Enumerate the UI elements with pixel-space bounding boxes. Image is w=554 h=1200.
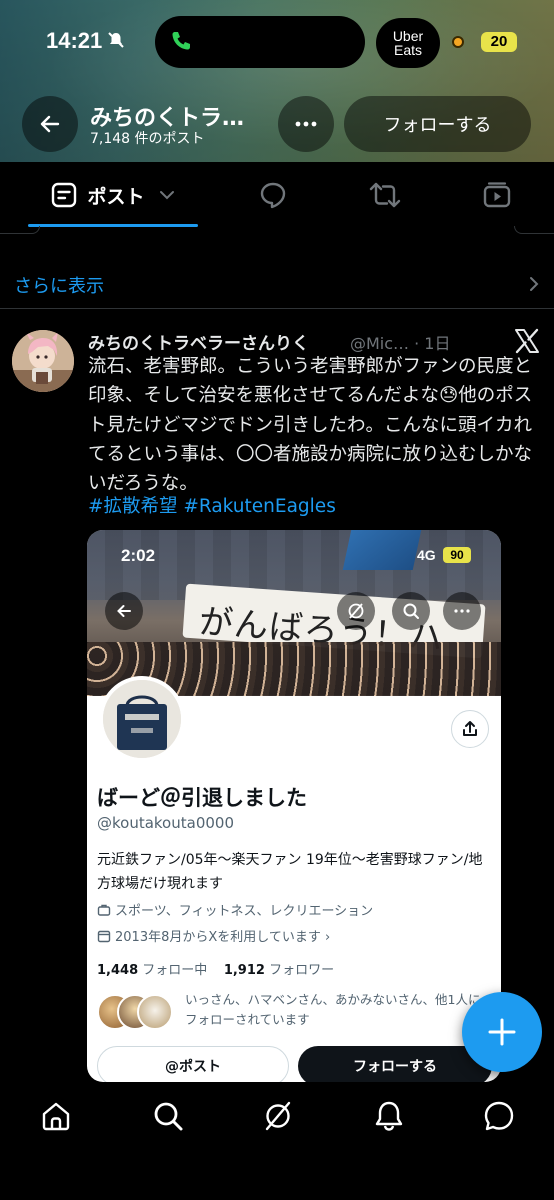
card-profile-handle: @koutakouta0000 <box>97 814 234 832</box>
card-followers-count: 1,912 <box>223 963 265 978</box>
eats-label: Eats <box>393 42 422 58</box>
chevron-down-icon[interactable] <box>159 190 175 200</box>
compose-plus-icon <box>488 1018 516 1046</box>
card-search-button <box>392 592 430 630</box>
card-status-time: 2:02 <box>121 546 156 565</box>
bottom-navigation <box>0 1082 554 1200</box>
battery-level: 20 <box>481 32 517 52</box>
silent-bell-icon <box>108 32 124 48</box>
reply-icon <box>260 182 286 209</box>
author-display-name[interactable]: みちのくトラベラーさんりく <box>88 329 309 354</box>
active-tab-indicator <box>28 224 198 227</box>
previous-post-edge-right <box>514 226 554 234</box>
card-post-button: @ポスト <box>97 1046 289 1082</box>
calendar-icon <box>97 930 111 942</box>
more-dots-icon <box>454 609 470 613</box>
header-post-count: 7,148 件のポスト <box>90 131 205 147</box>
tab-reposts[interactable] <box>362 176 408 214</box>
card-following-label: フォロー中 <box>142 963 208 978</box>
messages-icon <box>484 1101 514 1131</box>
divider <box>0 308 554 309</box>
card-profile-avatar <box>99 676 185 762</box>
back-arrow-icon <box>40 115 60 133</box>
uber-eats-live-activity[interactable]: Uber Eats <box>376 18 440 68</box>
phone-call-icon[interactable] <box>170 30 192 52</box>
uber-label: Uber <box>392 28 424 44</box>
search-icon <box>403 603 419 619</box>
card-joined-date: 2013年8月からXを利用しています › <box>115 930 331 945</box>
post-list-icon <box>52 182 77 208</box>
compose-post-button[interactable] <box>462 992 542 1072</box>
recording-indicator <box>452 36 464 48</box>
card-back-button <box>105 592 143 630</box>
profile-header-banner: 14:21 Uber Eats 20 みちのくトラ… 7,148 件のポスト フ… <box>0 0 554 162</box>
card-grok-button <box>337 592 375 630</box>
nav-messages[interactable] <box>481 1098 517 1134</box>
card-mutual-avatars <box>97 994 175 1030</box>
chevron-right-icon <box>530 277 539 291</box>
tab-bar: ポスト <box>0 162 554 228</box>
header-follow-button[interactable]: フォローする <box>344 96 531 152</box>
search-icon <box>154 1102 183 1131</box>
back-button[interactable] <box>22 96 78 152</box>
anime-character-avatar-image <box>12 330 74 392</box>
card-joined-row: 2013年8月からXを利用しています › <box>97 926 330 945</box>
nav-search[interactable] <box>150 1098 186 1134</box>
more-options-button[interactable] <box>278 96 334 152</box>
nav-home[interactable] <box>38 1098 74 1134</box>
card-following-count: 1,448 <box>97 963 139 978</box>
card-profile-name: ばーど＠引退しました <box>97 786 307 810</box>
more-dots-icon <box>295 121 317 127</box>
card-share-button <box>451 710 489 748</box>
tab-replies[interactable] <box>250 176 296 214</box>
nav-notifications[interactable] <box>371 1098 407 1134</box>
share-icon <box>463 721 477 736</box>
back-arrow-icon <box>117 605 131 617</box>
tab-videos[interactable] <box>474 176 520 214</box>
show-more-link[interactable]: さらに表示 <box>14 272 104 298</box>
mutual-avatar <box>137 994 173 1030</box>
video-icon <box>483 182 511 208</box>
repost-icon <box>369 182 401 208</box>
tote-bag-avatar-image <box>103 680 181 758</box>
previous-post-edge-left <box>0 226 40 234</box>
card-category-row: スポーツ、フィットネス、レクリエーション <box>97 900 373 919</box>
x-logo-icon <box>515 328 539 354</box>
briefcase-icon <box>97 904 111 916</box>
grok-icon <box>265 1101 291 1131</box>
author-avatar[interactable] <box>12 330 74 392</box>
home-icon <box>42 1102 70 1131</box>
card-followers-label: フォロワー <box>269 963 335 978</box>
post-hashtags[interactable]: #拡散希望 #RakutenEagles <box>88 492 336 518</box>
status-time: 14:21 <box>46 28 103 53</box>
bell-icon <box>375 1101 403 1131</box>
tab-posts[interactable]: ポスト <box>28 176 198 214</box>
card-profile-bio: 元近鉄ファン/05年〜楽天ファン 19年位〜老害野球ファン/地方球場だけ現れます <box>97 852 483 892</box>
grok-icon <box>348 603 364 619</box>
author-handle-and-time[interactable]: @Mic… · 1日 <box>350 330 451 354</box>
card-follow-button: フォローする <box>298 1046 492 1082</box>
tab-posts-label: ポスト <box>87 185 145 208</box>
card-followed-by: いっさん、ハマベンさん、あかみないさん、他1人にフォローされています <box>185 992 481 1027</box>
team-flag <box>342 530 422 570</box>
post-body-text: 流石、老害野郎。こういう老害野郎がファンの民度と印象、そして治安を悪化させてるん… <box>88 356 533 495</box>
card-network: 4G <box>417 547 436 563</box>
card-more-button <box>443 592 481 630</box>
card-follow-stats: 1,448 フォロー中 1,912 フォロワー <box>97 959 334 978</box>
card-battery: 90 <box>443 547 471 563</box>
nav-grok[interactable] <box>260 1098 296 1134</box>
post-attached-image[interactable]: がんばろう！ハ 2:02 4G 90 ばーど＠引退しました @koutakout… <box>87 530 501 1082</box>
card-category: スポーツ、フィットネス、レクリエーション <box>115 904 374 919</box>
